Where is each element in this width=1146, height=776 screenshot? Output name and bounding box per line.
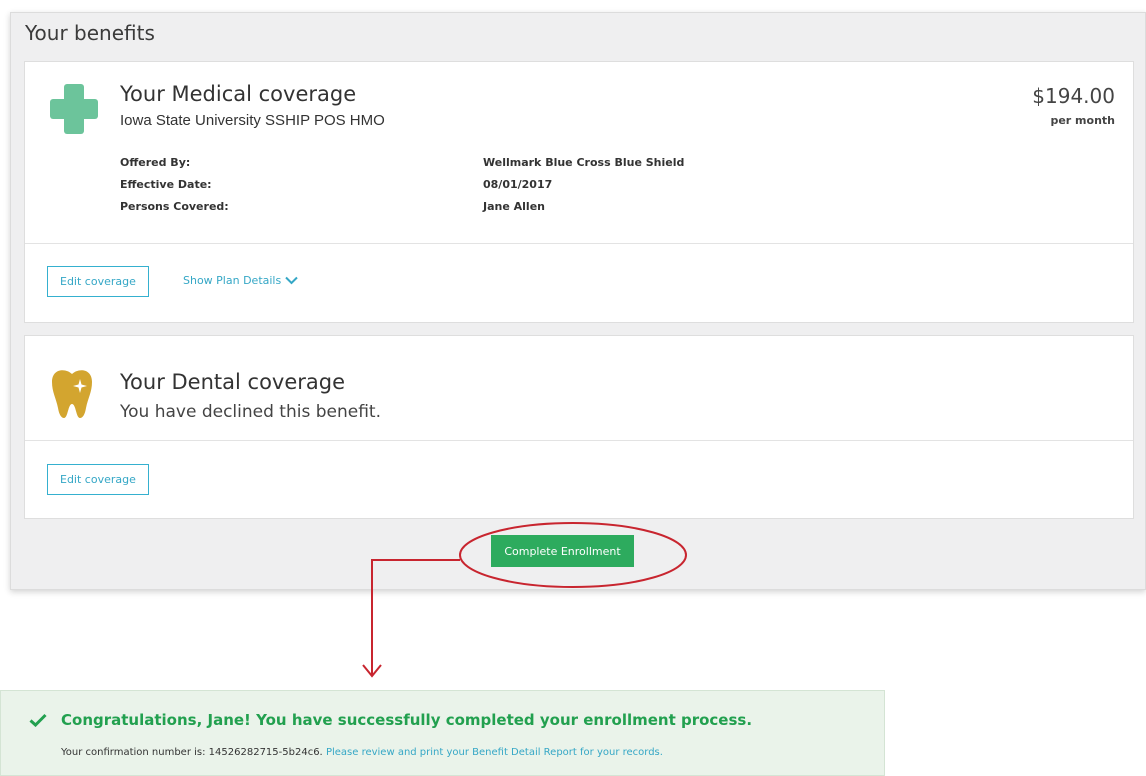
show-plan-details-link[interactable]: Show Plan Details [183,274,298,287]
checkmark-icon [29,713,47,727]
chevron-down-icon [285,276,298,285]
edit-dental-coverage-button[interactable]: Edit coverage [47,464,149,495]
medical-heading: Your Medical coverage [120,82,357,106]
complete-enrollment-button[interactable]: Complete Enrollment [491,535,634,567]
medical-price-period: per month [1050,114,1115,127]
effective-date-value: 08/01/2017 [483,178,553,191]
dental-coverage-card: Your Dental coverage You have declined t… [24,335,1134,519]
benefits-panel: Your benefits Your Medical coverage Iowa… [10,12,1146,590]
success-title: Congratulations, Jane! You have successf… [61,711,753,729]
confirmation-prefix: Your confirmation number is: [61,747,209,758]
medical-cross-icon [50,84,98,138]
confirmation-line: Your confirmation number is: 14526282715… [61,747,663,758]
show-plan-details-label: Show Plan Details [183,274,282,287]
medical-divider [25,243,1133,244]
dental-heading: Your Dental coverage [120,370,346,394]
annotation-arrowhead [362,664,382,678]
medical-price: $194.00 [1032,84,1115,108]
edit-medical-coverage-button[interactable]: Edit coverage [47,266,149,297]
dental-divider [25,440,1133,441]
medical-plan-name: Iowa State University SSHIP POS HMO [120,112,385,129]
success-banner: Congratulations, Jane! You have successf… [0,690,885,776]
tooth-icon [50,368,94,422]
persons-covered-value: Jane Allen [483,200,545,213]
confirmation-number: 14526282715-5b24c6. [208,747,323,758]
offered-by-label: Offered By: [120,156,191,169]
persons-covered-label: Persons Covered: [120,200,229,213]
panel-title: Your benefits [25,21,155,45]
benefit-report-link[interactable]: Please review and print your Benefit Det… [326,747,663,758]
medical-coverage-card: Your Medical coverage Iowa State Univers… [24,61,1134,323]
offered-by-value: Wellmark Blue Cross Blue Shield [483,156,685,169]
effective-date-label: Effective Date: [120,178,212,191]
dental-status: You have declined this benefit. [120,402,381,422]
